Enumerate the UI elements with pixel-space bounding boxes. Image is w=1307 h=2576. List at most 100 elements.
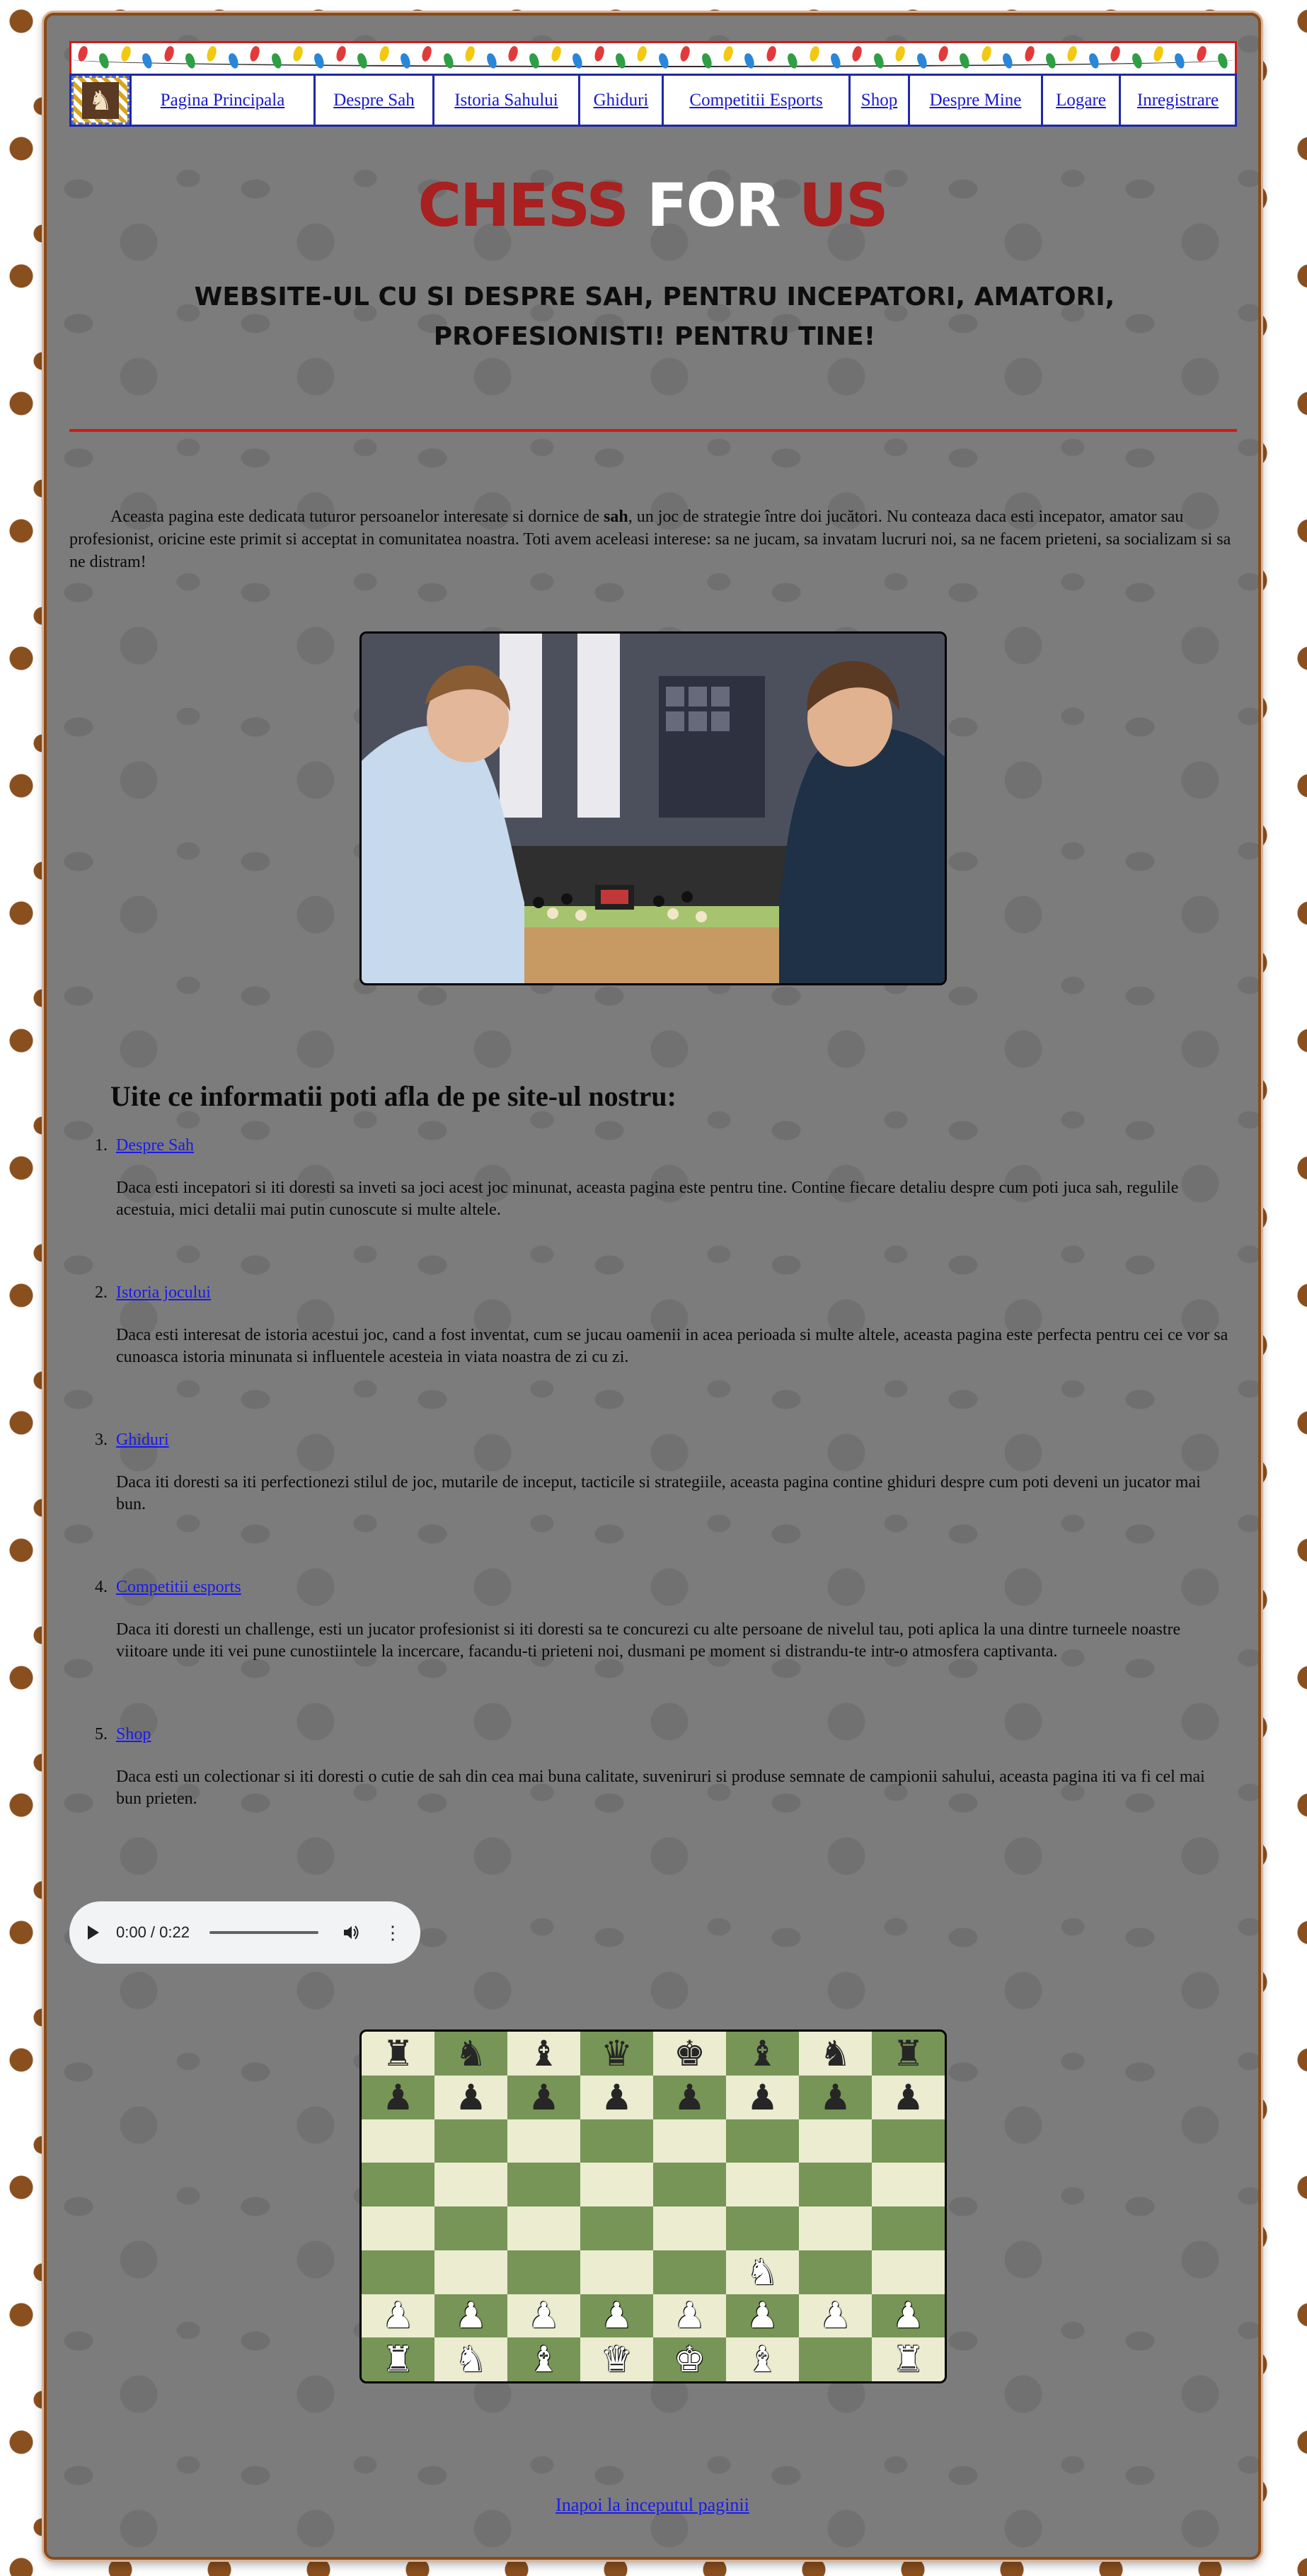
board-square[interactable]	[362, 2119, 434, 2163]
board-square[interactable]: ♜	[362, 2337, 434, 2381]
board-square[interactable]	[434, 2250, 507, 2294]
board-square[interactable]: ♛	[580, 2032, 653, 2076]
white-bishop-icon[interactable]: ♝	[747, 2342, 778, 2377]
nav-link-despre-mine[interactable]: Despre Mine	[908, 76, 1041, 125]
nav-link-ghiduri[interactable]: Ghiduri	[578, 76, 662, 125]
white-pawn-icon[interactable]: ♟	[674, 2298, 706, 2333]
board-square[interactable]: ♟	[872, 2294, 945, 2338]
board-square[interactable]	[872, 2250, 945, 2294]
feature-link-competitii-esports[interactable]: Competitii esports	[116, 1578, 241, 1596]
white-knight-icon[interactable]: ♞	[455, 2342, 487, 2377]
board-square[interactable]: ♞	[726, 2250, 799, 2294]
board-square[interactable]	[799, 2337, 872, 2381]
board-square[interactable]	[653, 2206, 726, 2250]
black-knight-icon[interactable]: ♞	[819, 2036, 851, 2071]
white-king-icon[interactable]: ♚	[674, 2342, 706, 2377]
board-square[interactable]	[507, 2250, 580, 2294]
volume-icon[interactable]	[342, 1925, 359, 1940]
board-square[interactable]	[580, 2206, 653, 2250]
board-square[interactable]: ♝	[507, 2032, 580, 2076]
board-square[interactable]: ♝	[507, 2337, 580, 2381]
board-square[interactable]: ♟	[799, 2294, 872, 2338]
board-square[interactable]: ♟	[362, 2294, 434, 2338]
board-square[interactable]	[872, 2206, 945, 2250]
white-pawn-icon[interactable]: ♟	[601, 2298, 633, 2333]
black-pawn-icon[interactable]: ♟	[528, 2080, 560, 2115]
board-square[interactable]: ♟	[434, 2294, 507, 2338]
white-pawn-icon[interactable]: ♟	[528, 2298, 560, 2333]
board-square[interactable]	[362, 2250, 434, 2294]
board-square[interactable]: ♝	[726, 2032, 799, 2076]
board-square[interactable]	[362, 2163, 434, 2206]
white-rook-icon[interactable]: ♜	[892, 2342, 924, 2377]
black-knight-icon[interactable]: ♞	[455, 2036, 487, 2071]
board-square[interactable]: ♜	[872, 2337, 945, 2381]
black-pawn-icon[interactable]: ♟	[819, 2080, 851, 2115]
board-square[interactable]	[580, 2163, 653, 2206]
board-square[interactable]	[799, 2250, 872, 2294]
board-square[interactable]	[799, 2206, 872, 2250]
board-square[interactable]: ♟	[872, 2075, 945, 2119]
board-square[interactable]: ♟	[580, 2294, 653, 2338]
board-square[interactable]	[872, 2119, 945, 2163]
board-square[interactable]: ♞	[799, 2032, 872, 2076]
back-to-top-link[interactable]: Inapoi la inceputul paginii	[44, 2495, 1261, 2516]
board-square[interactable]: ♟	[726, 2294, 799, 2338]
board-square[interactable]	[434, 2206, 507, 2250]
board-square[interactable]: ♟	[434, 2075, 507, 2119]
board-square[interactable]	[434, 2163, 507, 2206]
black-bishop-icon[interactable]: ♝	[747, 2036, 778, 2071]
board-square[interactable]	[653, 2163, 726, 2206]
nav-link-istoria-sahului[interactable]: Istoria Sahului	[432, 76, 578, 125]
board-square[interactable]	[726, 2163, 799, 2206]
more-options-icon[interactable]: ⋮	[384, 1923, 402, 1942]
white-pawn-icon[interactable]: ♟	[747, 2298, 778, 2333]
board-square[interactable]: ♚	[653, 2032, 726, 2076]
board-square[interactable]	[507, 2119, 580, 2163]
nav-link-competitii-esports[interactable]: Competitii Esports	[662, 76, 848, 125]
audio-seek-bar[interactable]	[209, 1931, 318, 1934]
board-square[interactable]: ♜	[362, 2032, 434, 2076]
nav-link-logare[interactable]: Logare	[1041, 76, 1119, 125]
board-square[interactable]	[507, 2206, 580, 2250]
board-square[interactable]	[434, 2119, 507, 2163]
board-square[interactable]	[362, 2206, 434, 2250]
feature-link-shop[interactable]: Shop	[116, 1725, 151, 1744]
black-pawn-icon[interactable]: ♟	[601, 2080, 633, 2115]
black-rook-icon[interactable]: ♜	[382, 2036, 414, 2071]
white-rook-icon[interactable]: ♜	[382, 2342, 414, 2377]
nav-link-despre-sah[interactable]: Despre Sah	[313, 76, 432, 125]
board-square[interactable]	[507, 2163, 580, 2206]
white-bishop-icon[interactable]: ♝	[528, 2342, 560, 2377]
white-pawn-icon[interactable]: ♟	[382, 2298, 414, 2333]
white-pawn-icon[interactable]: ♟	[892, 2298, 924, 2333]
white-pawn-icon[interactable]: ♟	[819, 2298, 851, 2333]
board-square[interactable]: ♟	[653, 2075, 726, 2119]
board-square[interactable]	[653, 2119, 726, 2163]
board-square[interactable]	[799, 2119, 872, 2163]
board-square[interactable]: ♚	[653, 2337, 726, 2381]
board-square[interactable]: ♟	[653, 2294, 726, 2338]
board-square[interactable]: ♟	[726, 2075, 799, 2119]
board-square[interactable]: ♞	[434, 2337, 507, 2381]
black-king-icon[interactable]: ♚	[674, 2036, 706, 2071]
white-queen-icon[interactable]: ♛	[601, 2342, 633, 2377]
board-square[interactable]	[580, 2119, 653, 2163]
feature-link-istoria-jocului[interactable]: Istoria jocului	[116, 1283, 211, 1302]
nav-link-shop[interactable]: Shop	[848, 76, 908, 125]
black-pawn-icon[interactable]: ♟	[747, 2080, 778, 2115]
board-square[interactable]: ♝	[726, 2337, 799, 2381]
board-square[interactable]	[580, 2250, 653, 2294]
board-square[interactable]: ♟	[507, 2075, 580, 2119]
board-square[interactable]: ♜	[872, 2032, 945, 2076]
board-square[interactable]	[799, 2163, 872, 2206]
board-square[interactable]: ♟	[507, 2294, 580, 2338]
black-queen-icon[interactable]: ♛	[601, 2036, 633, 2071]
black-pawn-icon[interactable]: ♟	[674, 2080, 706, 2115]
white-pawn-icon[interactable]: ♟	[455, 2298, 487, 2333]
board-square[interactable]: ♞	[434, 2032, 507, 2076]
board-square[interactable]: ♟	[580, 2075, 653, 2119]
feature-link-despre-sah[interactable]: Despre Sah	[116, 1136, 194, 1155]
board-square[interactable]: ♟	[799, 2075, 872, 2119]
black-pawn-icon[interactable]: ♟	[455, 2080, 487, 2115]
